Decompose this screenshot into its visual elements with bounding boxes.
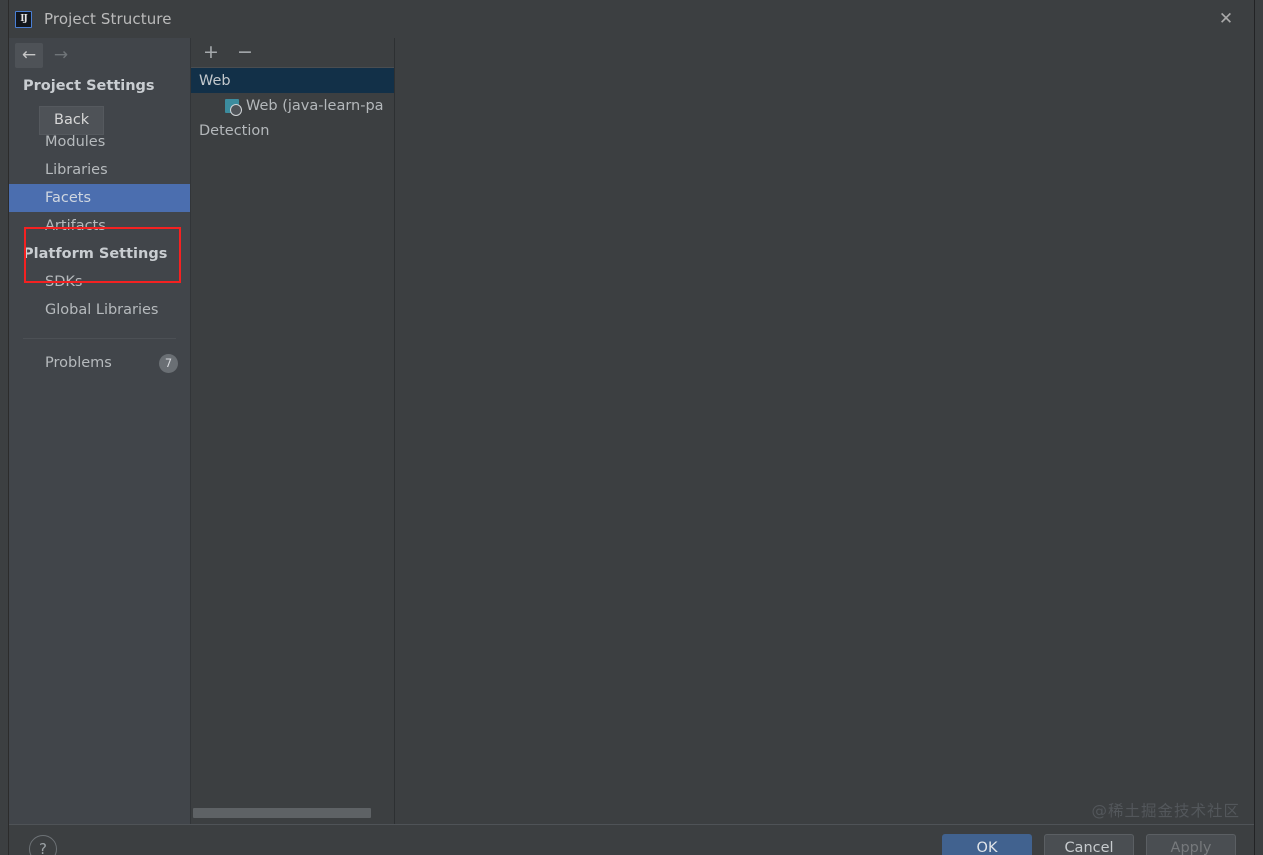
help-icon[interactable]: ? xyxy=(29,835,57,855)
sidebar-item-sdks[interactable]: SDKs xyxy=(9,268,190,296)
watermark-text: @稀土掘金技术社区 xyxy=(1091,802,1240,820)
sidebar-divider xyxy=(23,338,176,339)
horizontal-scrollbar[interactable] xyxy=(191,807,394,819)
tree-row-label: Web (java-learn-pa xyxy=(246,97,384,114)
close-icon[interactable]: ✕ xyxy=(1204,0,1248,38)
facets-toolbar: + − xyxy=(191,38,394,68)
tree-row-label: Web xyxy=(199,72,231,89)
dialog-footer: ? OK Cancel Apply xyxy=(9,824,1254,855)
section-header-platform-settings: Platform Settings xyxy=(23,246,168,262)
tree-row[interactable]: Detection xyxy=(191,118,394,143)
facet-details-panel: @稀土掘金技术社区 xyxy=(395,38,1254,824)
tree-row-label: Detection xyxy=(199,122,270,139)
cancel-button[interactable]: Cancel xyxy=(1044,834,1134,855)
arrow-left-icon[interactable]: ← xyxy=(15,42,43,68)
dialog-button-row: OK Cancel Apply xyxy=(942,834,1236,855)
ok-button[interactable]: OK xyxy=(942,834,1032,855)
remove-facet-button[interactable]: − xyxy=(237,43,253,62)
facets-tree-list: Web Web (java-learn-pa Detection xyxy=(191,68,394,824)
sidebar-item-problems[interactable]: Problems 7 xyxy=(9,349,190,377)
dialog-body: ← → Project Settings Project Modules Lib… xyxy=(9,38,1254,824)
dialog-title: Project Structure xyxy=(44,10,172,28)
apply-button[interactable]: Apply xyxy=(1146,834,1236,855)
tree-row[interactable]: Web (java-learn-pa xyxy=(191,93,394,118)
sidebar-item-facets[interactable]: Facets xyxy=(9,184,190,212)
project-structure-dialog: IJ Project Structure ✕ ← → Project Setti… xyxy=(8,0,1255,855)
add-facet-button[interactable]: + xyxy=(203,43,219,62)
web-facet-icon xyxy=(225,98,242,116)
dialog-titlebar: IJ Project Structure ✕ xyxy=(9,0,1254,38)
tree-row[interactable]: Web xyxy=(191,68,394,93)
screen-root: IJ Project Structure ✕ ← → Project Setti… xyxy=(0,0,1263,855)
arrow-right-icon[interactable]: → xyxy=(47,43,75,68)
section-header-project-settings: Project Settings xyxy=(23,78,155,94)
sidebar-nav-arrows: ← → xyxy=(9,38,190,72)
sidebar-item-problems-label: Problems xyxy=(45,355,112,371)
horizontal-scrollbar-thumb[interactable] xyxy=(193,808,371,818)
facets-tree-panel: + − Web Web (java-learn-pa Detection xyxy=(191,38,395,824)
back-tooltip: Back xyxy=(39,106,105,135)
settings-sidebar: ← → Project Settings Project Modules Lib… xyxy=(9,38,191,824)
sidebar-item-artifacts[interactable]: Artifacts xyxy=(9,212,190,240)
problems-count-badge: 7 xyxy=(159,353,178,373)
sidebar-item-global-libraries[interactable]: Global Libraries xyxy=(9,296,190,324)
sidebar-item-libraries[interactable]: Libraries xyxy=(9,156,190,184)
intellij-idea-icon: IJ xyxy=(15,10,32,28)
